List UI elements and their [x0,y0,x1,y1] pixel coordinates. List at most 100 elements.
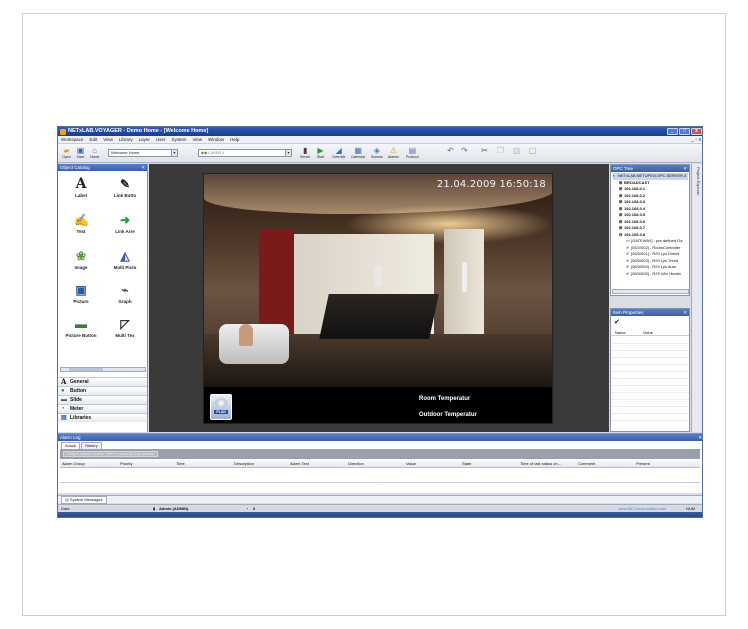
category-slide[interactable]: ▬ Slide [58,395,147,404]
opc-tree-scrollbar[interactable] [612,289,689,294]
properties-value-header[interactable]: Value [639,329,667,335]
alarms-button[interactable]: ⚠ Alarms [388,146,399,159]
label-a-icon: A [75,176,87,192]
object-text[interactable]: ✍ Text [60,213,102,234]
calendar-icon: ▦ [354,146,362,155]
panel-close-icon[interactable]: ✕ [683,309,687,316]
button-category-icon: ● [61,388,65,394]
text-edit-icon: ✍ [74,213,89,227]
maximize-button[interactable]: □ [679,128,690,135]
close-button[interactable]: x [691,128,702,135]
menu-workspace[interactable]: Workspace [61,136,83,143]
object-multi-text[interactable]: ◸ Multi Tex [104,317,146,338]
checkmark-icon[interactable]: ✔ [614,318,620,326]
menu-layer[interactable]: Layer [139,136,150,143]
override-icon: ◢ [335,146,342,155]
chevron-down-icon: ▾ [171,150,177,156]
col-priority[interactable]: Priority [120,460,132,468]
save-button[interactable]: ▣ Save [76,146,85,159]
col-time[interactable]: Time [176,460,185,468]
home-button[interactable]: ⌂ Home [90,146,99,159]
undo-button[interactable]: ↶ [446,146,455,155]
page-select[interactable]: Welcome Home ▾ [108,149,178,157]
system-messages-bar: ▤ System Messages [58,495,702,504]
category-libraries[interactable]: ▤ Libraries [58,413,147,422]
col-description[interactable]: Description [234,460,254,468]
scenes-button[interactable]: ◈ Scenes [371,146,383,159]
object-picture[interactable]: ▣ Picture [60,283,102,304]
panel-close-icon[interactable]: ✕ [698,434,702,441]
multi-picture-icon: ◭ [120,249,130,263]
start-button[interactable]: ▶ Start [316,146,325,159]
picture-icon: ▣ [75,283,87,297]
item-properties-header: Item Properties ✕ [611,309,689,316]
menu-system[interactable]: System [171,136,186,143]
category-button[interactable]: ● Button [58,386,147,395]
opc-tree-panel: OPC Tree ✕ ▪ NETxLAB.NETUPEN.OPC.SERVER.3… [610,164,690,296]
col-alarm-group[interactable]: Alarm Group [62,460,85,468]
meter-category-icon: ◔ [61,406,65,412]
server-icon: ▮ [302,146,308,155]
object-link-button[interactable]: ✎ Link Butto [104,177,146,198]
project-explorer-strip[interactable]: Project Explorer [691,164,702,432]
menu-library[interactable]: Library [119,136,133,143]
picture-button-icon: ▬ [75,317,87,331]
opc-tree-header: OPC Tree ✕ [611,165,689,172]
paste-icon: ▥ [512,146,521,155]
server-button[interactable]: ▮ Server [300,146,310,159]
panel-close-icon[interactable]: ✕ [141,164,145,171]
paste-button[interactable]: ▥ [512,146,521,155]
minimize-button[interactable]: _ [667,128,678,135]
delete-button[interactable]: ▢ [528,146,537,155]
plan-button[interactable]: PLAN [210,394,232,420]
col-state[interactable]: State [462,460,471,468]
col-alarm-text[interactable]: Alarm Text [290,460,309,468]
copy-button[interactable]: ❐ [496,146,505,155]
home-icon: ⌂ [92,146,98,155]
cut-button[interactable]: ✂ [480,146,489,155]
override-button[interactable]: ◢ Override [332,146,345,159]
object-image[interactable]: ❀ Image [60,249,102,270]
protocol-button[interactable]: ▤ Protocol [406,146,419,159]
menu-help[interactable]: Help [230,136,239,143]
properties-name-header[interactable]: Name [611,329,639,335]
undo-icon: ↶ [447,146,454,155]
room-photo: 21.04.2009 16:50:18 [204,174,552,387]
object-picture-button[interactable]: ▬ Picture Button [60,317,102,338]
col-value[interactable]: Value [406,460,416,468]
col-comment[interactable]: Comment [578,460,595,468]
design-canvas[interactable]: 21.04.2009 16:50:18 PLAN Room Temperatur… [149,164,609,432]
menu-edit[interactable]: Edit [89,136,97,143]
catalog-horizontal-scrollbar[interactable] [60,367,146,372]
alarm-scroll-indicator[interactable]: · · · [60,482,700,487]
object-multi-picture[interactable]: ◭ Multi Pictu [104,249,146,270]
redo-button[interactable]: ↷ [460,146,469,155]
tree-leaf[interactable]: ✔ [06/5/005] - R29 VAV Heatin [613,271,688,278]
alarm-warning-icon: ⚠ [389,146,398,155]
object-graph[interactable]: ⌁ Graph [104,283,146,304]
menu-user[interactable]: User [156,136,166,143]
col-present[interactable]: Present [636,460,650,468]
menu-view[interactable]: View [103,136,113,143]
col-last-status-change[interactable]: Time of last status ch... [520,460,561,468]
object-label[interactable]: A Label [60,177,102,198]
menu-bar: Workspace Edit View Library Layer User S… [58,136,702,144]
layer-select[interactable]: ◆◆ LAYER 1 ▾ [198,149,292,157]
panel-close-icon[interactable]: ✕ [683,165,687,172]
save-disk-icon: ▣ [76,146,85,155]
object-link-arrow[interactable]: ➜ Link Arre [104,213,146,234]
mdi-controls[interactable]: _ ▫ x [691,136,701,144]
opc-tree: ▪ NETxLAB.NETUPEN.OPC.SERVER.3 ⊞ BROADCAST… [611,172,689,277]
calendar-button[interactable]: ▦ Calendar [351,146,365,159]
scenes-icon: ◈ [373,146,380,155]
menu-window[interactable]: Window [208,136,224,143]
open-button[interactable]: ▰ Open [62,146,71,159]
category-general[interactable]: A General [58,377,147,386]
col-direction[interactable]: Direction [348,460,364,468]
plan-icon [215,398,227,408]
category-meter[interactable]: ◔ Meter [58,404,147,413]
menu-view-2[interactable]: View [192,136,202,143]
app-logo-icon [60,128,66,135]
open-folder-icon: ▰ [63,146,70,155]
tab-system-messages[interactable]: ▤ System Messages [61,496,107,504]
